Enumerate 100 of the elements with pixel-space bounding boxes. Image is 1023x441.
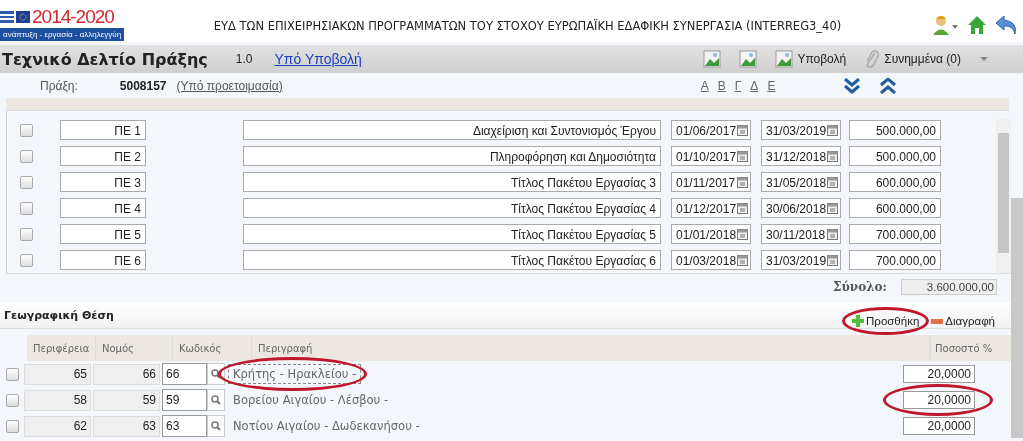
- row-checkbox[interactable]: [20, 149, 33, 163]
- search-button[interactable]: [207, 389, 225, 411]
- letter-link[interactable]: Α: [700, 78, 709, 93]
- row-checkbox[interactable]: [6, 367, 19, 381]
- end-date-field[interactable]: 31/05/2018: [761, 172, 841, 192]
- expand-all-icon[interactable]: [843, 77, 862, 94]
- description-field[interactable]: Διαχείριση και Συντονισμός Έργου: [243, 120, 661, 140]
- start-date-field[interactable]: 01/06/2017: [671, 120, 751, 140]
- code-field[interactable]: ΠΕ 3: [60, 172, 146, 192]
- calendar-icon[interactable]: [737, 202, 748, 214]
- section-title: Γεωγραφική Θέση: [4, 308, 114, 322]
- table-scrollbar[interactable]: [996, 119, 1011, 273]
- percent-field[interactable]: 20,0000: [903, 365, 975, 383]
- end-date-field[interactable]: 31/12/2018: [761, 146, 841, 166]
- broken-image-icon[interactable]: [739, 50, 758, 68]
- cost-field[interactable]: 500.000,00: [849, 120, 941, 140]
- row-checkbox[interactable]: [20, 227, 33, 241]
- calendar-icon[interactable]: [827, 202, 838, 214]
- column-header: Περιφέρεια: [27, 335, 96, 361]
- project-label: Πράξη:: [40, 78, 78, 93]
- percent-field[interactable]: 20,0000: [903, 417, 975, 435]
- description-field[interactable]: Τίτλος Πακέτου Εργασίας 6: [243, 250, 661, 270]
- broken-image-icon[interactable]: [703, 50, 722, 68]
- end-date-field[interactable]: 30/11/2018: [761, 224, 841, 244]
- page-scrollbar[interactable]: [1011, 198, 1023, 438]
- plus-icon: [852, 315, 865, 327]
- code-field[interactable]: ΠΕ 5: [60, 224, 146, 244]
- prefecture-field: 63: [93, 415, 160, 437]
- prefecture-field: 59: [93, 389, 160, 411]
- row-checkbox[interactable]: [20, 123, 33, 137]
- delete-button[interactable]: Διαγραφή: [931, 315, 995, 327]
- calendar-icon[interactable]: [827, 150, 838, 162]
- description-field[interactable]: Τίτλος Πακέτου Εργασίας 5: [243, 224, 661, 244]
- prefecture-field: 66: [93, 363, 160, 385]
- project-status-link[interactable]: (Υπό προετοιμασία): [176, 78, 283, 93]
- back-arrow-icon[interactable]: [995, 14, 1019, 36]
- code-field[interactable]: 66: [162, 363, 207, 385]
- row-checkbox[interactable]: [20, 253, 33, 267]
- submit-button[interactable]: Υποβολή: [775, 50, 847, 68]
- form-title: Τεχνικό Δελτίο Πράξης: [2, 49, 208, 69]
- letter-link[interactable]: Δ: [750, 78, 759, 93]
- description-field[interactable]: Τίτλος Πακέτου Εργασίας 4: [243, 198, 661, 218]
- calendar-icon[interactable]: [737, 228, 748, 240]
- add-button[interactable]: Προσθήκη: [852, 315, 920, 327]
- caret-icon[interactable]: [979, 56, 989, 62]
- end-date-field[interactable]: 31/03/2019: [761, 250, 841, 270]
- start-date-field[interactable]: 01/10/2017: [671, 146, 751, 166]
- cost-field[interactable]: 500.000,00: [849, 146, 941, 166]
- description-text: Κρήτης - Ηρακλείου -: [228, 364, 362, 384]
- code-field[interactable]: ΠΕ 1: [60, 120, 146, 140]
- cost-field[interactable]: 700.000,00: [849, 224, 941, 244]
- total-label: Σύνολο:: [833, 280, 887, 294]
- code-field[interactable]: ΠΕ 2: [60, 146, 146, 166]
- start-date-field[interactable]: 01/03/2018: [671, 250, 751, 270]
- search-icon: [211, 369, 221, 379]
- total-field: 3.600.000,00: [901, 279, 997, 295]
- home-icon[interactable]: [967, 15, 987, 35]
- column-header: Περιγραφή: [252, 335, 930, 361]
- status-link[interactable]: Υπό Υποβολή: [274, 51, 362, 67]
- calendar-icon[interactable]: [827, 254, 838, 266]
- paperclip-icon: [864, 49, 881, 69]
- row-checkbox[interactable]: [6, 419, 19, 433]
- percent-field[interactable]: 20,0000: [903, 391, 975, 409]
- start-date-field[interactable]: 01/12/2017: [671, 198, 751, 218]
- letter-link[interactable]: Ε: [767, 78, 776, 93]
- calendar-icon[interactable]: [827, 176, 838, 188]
- end-date-field[interactable]: 30/06/2018: [761, 198, 841, 218]
- cost-field[interactable]: 600.000,00: [849, 198, 941, 218]
- column-header: Κωδικός: [173, 335, 252, 361]
- letter-link[interactable]: Γ: [734, 78, 742, 93]
- code-field[interactable]: ΠΕ 4: [60, 198, 146, 218]
- region-field: 62: [24, 415, 91, 437]
- broken-image-icon: [775, 50, 794, 68]
- cost-field[interactable]: 700.000,00: [849, 250, 941, 270]
- description-field[interactable]: Τίτλος Πακέτου Εργασίας 3: [243, 172, 661, 192]
- start-date-field[interactable]: 01/01/2018: [671, 224, 751, 244]
- cost-field[interactable]: 600.000,00: [849, 172, 941, 192]
- code-field[interactable]: ΠΕ 6: [60, 250, 146, 270]
- search-button[interactable]: [207, 363, 225, 385]
- calendar-icon[interactable]: [737, 124, 748, 136]
- description-field[interactable]: Πληροφόρηση και Δημοσιότητα: [243, 146, 661, 166]
- calendar-icon[interactable]: [827, 228, 838, 240]
- calendar-icon[interactable]: [737, 176, 748, 188]
- letter-link[interactable]: Β: [717, 78, 726, 93]
- search-icon: [211, 395, 221, 405]
- code-field[interactable]: 59: [162, 389, 207, 411]
- code-field[interactable]: 63: [162, 415, 207, 437]
- end-date-field[interactable]: 31/03/2019: [761, 120, 841, 140]
- attachments-button[interactable]: Συνημμένα (0): [864, 49, 961, 69]
- search-button[interactable]: [207, 415, 225, 437]
- row-checkbox[interactable]: [6, 393, 19, 407]
- row-checkbox[interactable]: [20, 175, 33, 189]
- calendar-icon[interactable]: [737, 150, 748, 162]
- start-date-field[interactable]: 01/11/2017: [671, 172, 751, 192]
- row-checkbox[interactable]: [20, 201, 33, 215]
- user-menu-icon[interactable]: [931, 14, 959, 36]
- calendar-icon[interactable]: [827, 124, 838, 136]
- description-text: Νοτίου Αιγαίου - Δωδεκανήσου -: [232, 418, 421, 435]
- collapse-all-icon[interactable]: [879, 77, 898, 94]
- calendar-icon[interactable]: [737, 254, 748, 266]
